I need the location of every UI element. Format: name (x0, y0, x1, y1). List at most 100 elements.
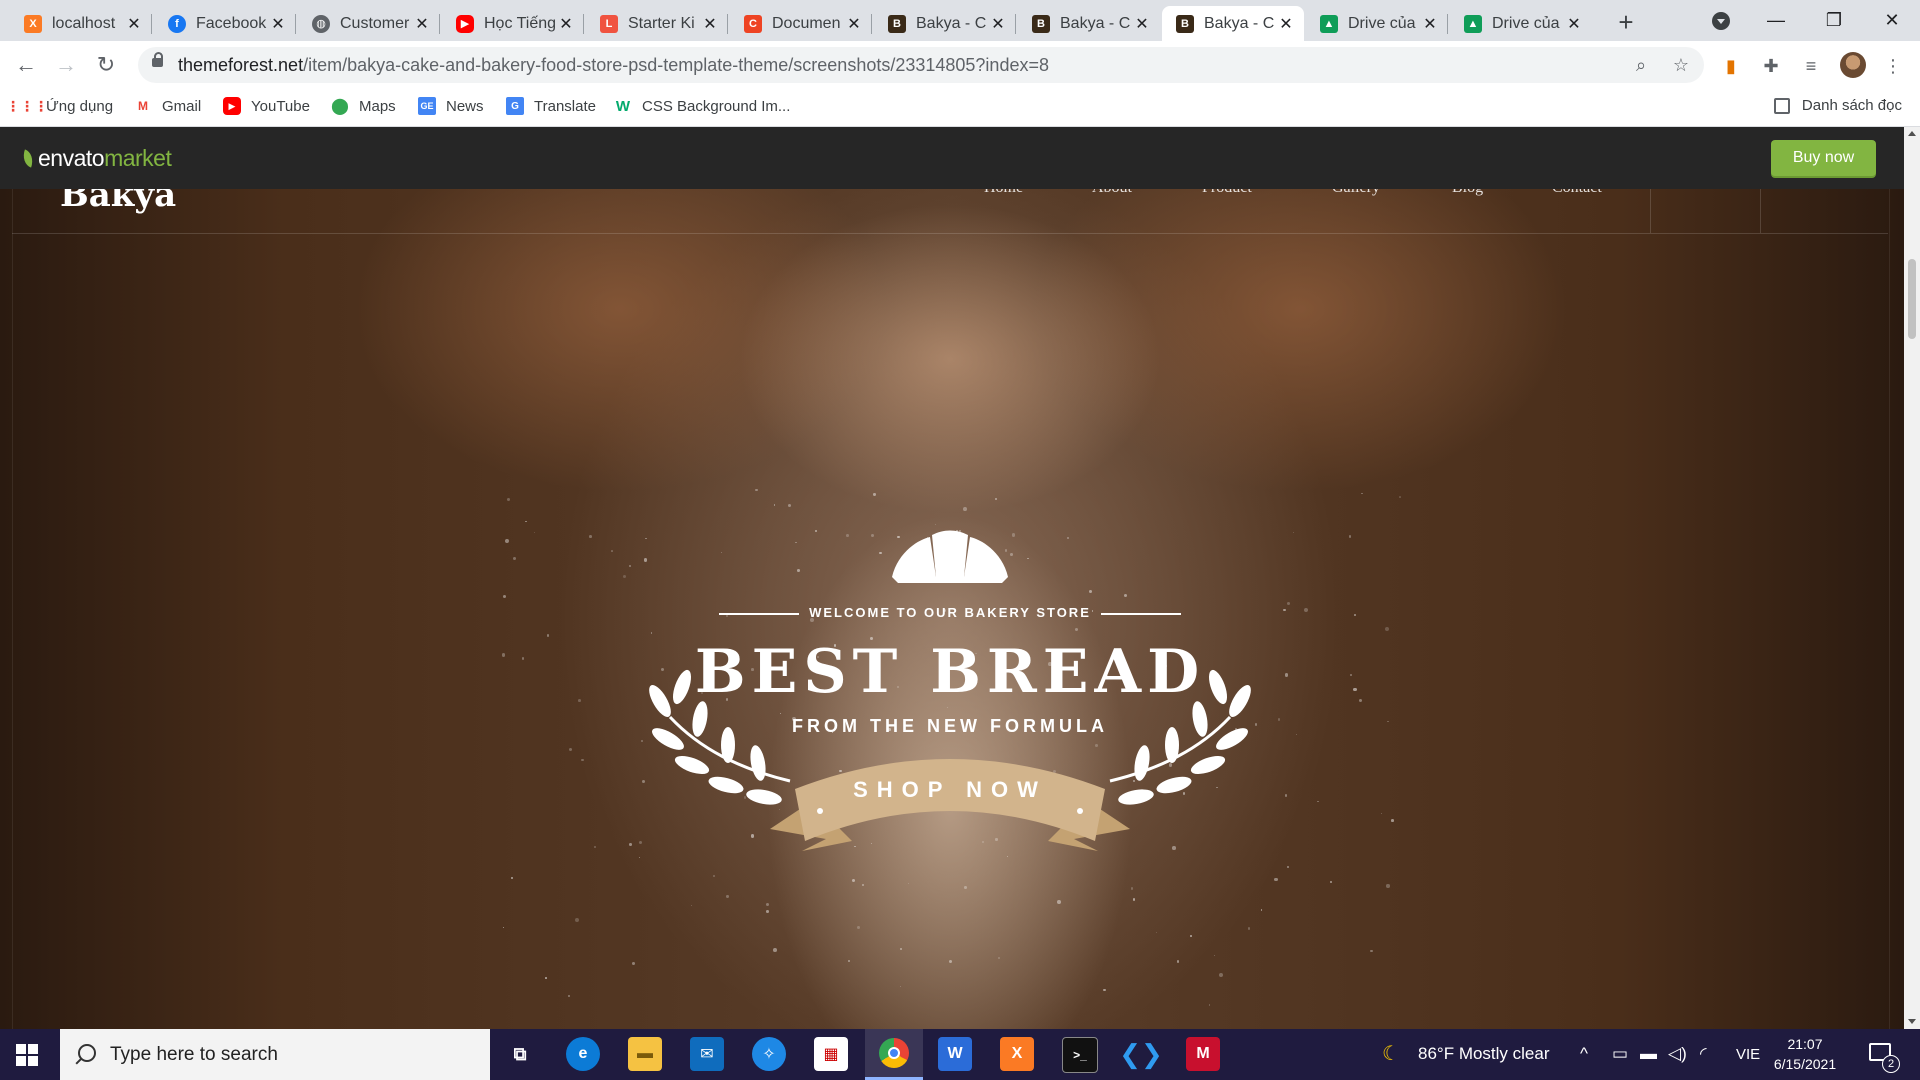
browser-tab[interactable]: ▶ Học Tiếng ✕ (442, 6, 584, 41)
battery-icon[interactable]: ▬ (1640, 1044, 1657, 1064)
address-bar[interactable]: themeforest.net/item/bakya-cake-and-bake… (138, 47, 1704, 83)
menu-kebab-icon[interactable]: ⋮ (1882, 55, 1904, 77)
croissant-icon (892, 530, 1008, 583)
close-tab-icon[interactable]: ✕ (270, 14, 286, 34)
browser-tab-active[interactable]: B Bakya - C ✕ (1162, 6, 1304, 41)
minimize-icon[interactable]: — (1748, 0, 1804, 41)
scroll-down-icon[interactable] (1908, 1019, 1916, 1024)
word-icon[interactable]: W (938, 1037, 972, 1071)
nav-blog[interactable]: Blog (1452, 189, 1483, 197)
media-control-icon[interactable]: ≡ (1800, 55, 1822, 77)
scrollbar-thumb[interactable] (1908, 259, 1916, 339)
close-tab-icon[interactable]: ✕ (414, 14, 430, 34)
zoom-icon[interactable]: ⌕ (1630, 54, 1652, 76)
flour-particle (577, 698, 581, 702)
nav-about[interactable]: About (1092, 189, 1132, 197)
close-tab-icon[interactable]: ✕ (702, 14, 718, 34)
page-scrollbar[interactable] (1904, 127, 1920, 1029)
language-indicator[interactable]: VIE (1736, 1046, 1760, 1063)
reload-icon[interactable]: ↻ (92, 51, 120, 79)
browser-tab[interactable]: B Bakya - C ✕ (874, 6, 1016, 41)
bookmark-youtube[interactable]: ▶ YouTube (223, 97, 310, 115)
bookmark-maps[interactable]: ⬤ Maps (331, 97, 396, 116)
close-tab-icon[interactable]: ✕ (1566, 14, 1582, 34)
forward-icon[interactable]: → (52, 51, 80, 79)
buy-now-button[interactable]: Buy now (1771, 140, 1876, 176)
close-tab-icon[interactable]: ✕ (1278, 14, 1294, 34)
vscode-icon[interactable]: ❮❯ (1119, 1037, 1163, 1071)
file-explorer-icon[interactable]: ▬ (628, 1037, 662, 1071)
task-view-icon[interactable]: ⧉ (503, 1037, 537, 1071)
bookmarks-bar: ⋮⋮⋮ Ứng dụng M Gmail ▶ YouTube ⬤ Maps GE… (0, 89, 1920, 127)
app-icon[interactable]: ▦ (814, 1037, 848, 1071)
browser-tab[interactable]: ◍ Customer ✕ (298, 6, 440, 41)
bookmark-gmail[interactable]: M Gmail (134, 97, 201, 115)
extension-icon[interactable]: ▮ (1720, 55, 1742, 77)
show-hidden-icons-icon[interactable]: ^ (1580, 1044, 1588, 1064)
chrome-icon[interactable] (865, 1029, 923, 1080)
windows-start-icon[interactable] (16, 1044, 38, 1066)
codeigniter-icon: C (744, 14, 762, 33)
new-tab-icon[interactable]: + (1612, 8, 1640, 36)
bookmark-label: News (446, 97, 484, 115)
bookmark-label: Ứng dụng (46, 97, 114, 115)
terminal-icon[interactable]: >_ (1062, 1037, 1098, 1073)
envato-logo[interactable]: envato market (19, 145, 172, 172)
bookmark-star-icon[interactable]: ☆ (1670, 54, 1692, 76)
browser-tab[interactable]: ▲ Drive của ✕ (1450, 6, 1592, 41)
back-icon[interactable]: ← (12, 51, 40, 79)
tab-title: Học Tiếng (484, 14, 557, 32)
nav-product[interactable]: Product (1202, 189, 1252, 197)
close-tab-icon[interactable]: ✕ (126, 14, 142, 34)
scroll-up-icon[interactable] (1908, 131, 1916, 136)
browser-tab[interactable]: L Starter Ki ✕ (586, 6, 728, 41)
close-tab-icon[interactable]: ✕ (1422, 14, 1438, 34)
browser-toolbar: ← → ↻ themeforest.net/item/bakya-cake-an… (0, 41, 1920, 89)
bookmark-translate[interactable]: G Translate (506, 97, 596, 115)
browser-tab[interactable]: B Bakya - C ✕ (1018, 6, 1160, 41)
close-tab-icon[interactable]: ✕ (558, 14, 574, 34)
restore-icon[interactable]: ❐ (1806, 0, 1862, 41)
volume-icon[interactable]: ◁) (1668, 1044, 1687, 1064)
browser-tab[interactable]: ▲ Drive của ✕ (1306, 6, 1448, 41)
extensions-puzzle-icon[interactable]: ✚ (1760, 55, 1782, 77)
browser-tab[interactable]: C Documen ✕ (730, 6, 872, 41)
reading-list-button[interactable]: Danh sách đọc (1773, 97, 1902, 114)
bookmark-news[interactable]: GE News (418, 97, 484, 115)
flour-particle (631, 962, 635, 966)
flour-particle (1103, 988, 1106, 991)
mail-icon[interactable]: ✉ (690, 1037, 724, 1071)
close-tab-icon[interactable]: ✕ (990, 14, 1006, 34)
profile-avatar[interactable] (1840, 52, 1866, 78)
flour-particle (1132, 898, 1135, 901)
tab-search-icon[interactable] (1712, 12, 1730, 30)
taskbar-clock[interactable]: 21:07 6/15/2021 (1770, 1034, 1840, 1074)
nav-divider (1760, 189, 1761, 233)
meet-now-icon[interactable]: ▭ (1612, 1044, 1628, 1064)
mcafee-icon[interactable]: M (1186, 1037, 1220, 1071)
shop-now-button[interactable]: SHOP NOW (785, 765, 1115, 855)
lock-icon (152, 52, 163, 67)
edge-icon[interactable]: e (566, 1037, 600, 1071)
wifi-icon[interactable]: ◜ (1700, 1044, 1707, 1064)
google-translate-icon: G (506, 97, 524, 115)
browser-tab[interactable]: X localhost ✕ (10, 6, 152, 41)
browser-tab[interactable]: f Facebook ✕ (154, 6, 296, 41)
close-window-icon[interactable]: ✕ (1864, 0, 1920, 41)
safari-icon[interactable]: ✧ (752, 1037, 786, 1071)
nav-contact[interactable]: Contact (1552, 189, 1602, 197)
site-logo[interactable]: Bakya (60, 189, 176, 215)
xampp-icon[interactable]: X (1000, 1037, 1034, 1071)
weather-moon-icon[interactable]: ☾ (1382, 1041, 1400, 1066)
welcome-text: WELCOME TO OUR BAKERY STORE (809, 605, 1091, 620)
bookmark-css-background[interactable]: W CSS Background Im... (614, 97, 791, 115)
youtube-icon: ▶ (223, 97, 241, 115)
close-tab-icon[interactable]: ✕ (1134, 14, 1150, 34)
flour-particle (1370, 949, 1373, 953)
close-tab-icon[interactable]: ✕ (846, 14, 862, 34)
weather-text[interactable]: 86°F Mostly clear (1418, 1044, 1550, 1064)
nav-home[interactable]: Home (984, 189, 1023, 197)
nav-gallery[interactable]: Gallery (1332, 189, 1380, 197)
taskbar-search-box[interactable]: Type here to search (60, 1029, 490, 1080)
bookmark-apps[interactable]: ⋮⋮⋮ Ứng dụng (6, 97, 114, 115)
